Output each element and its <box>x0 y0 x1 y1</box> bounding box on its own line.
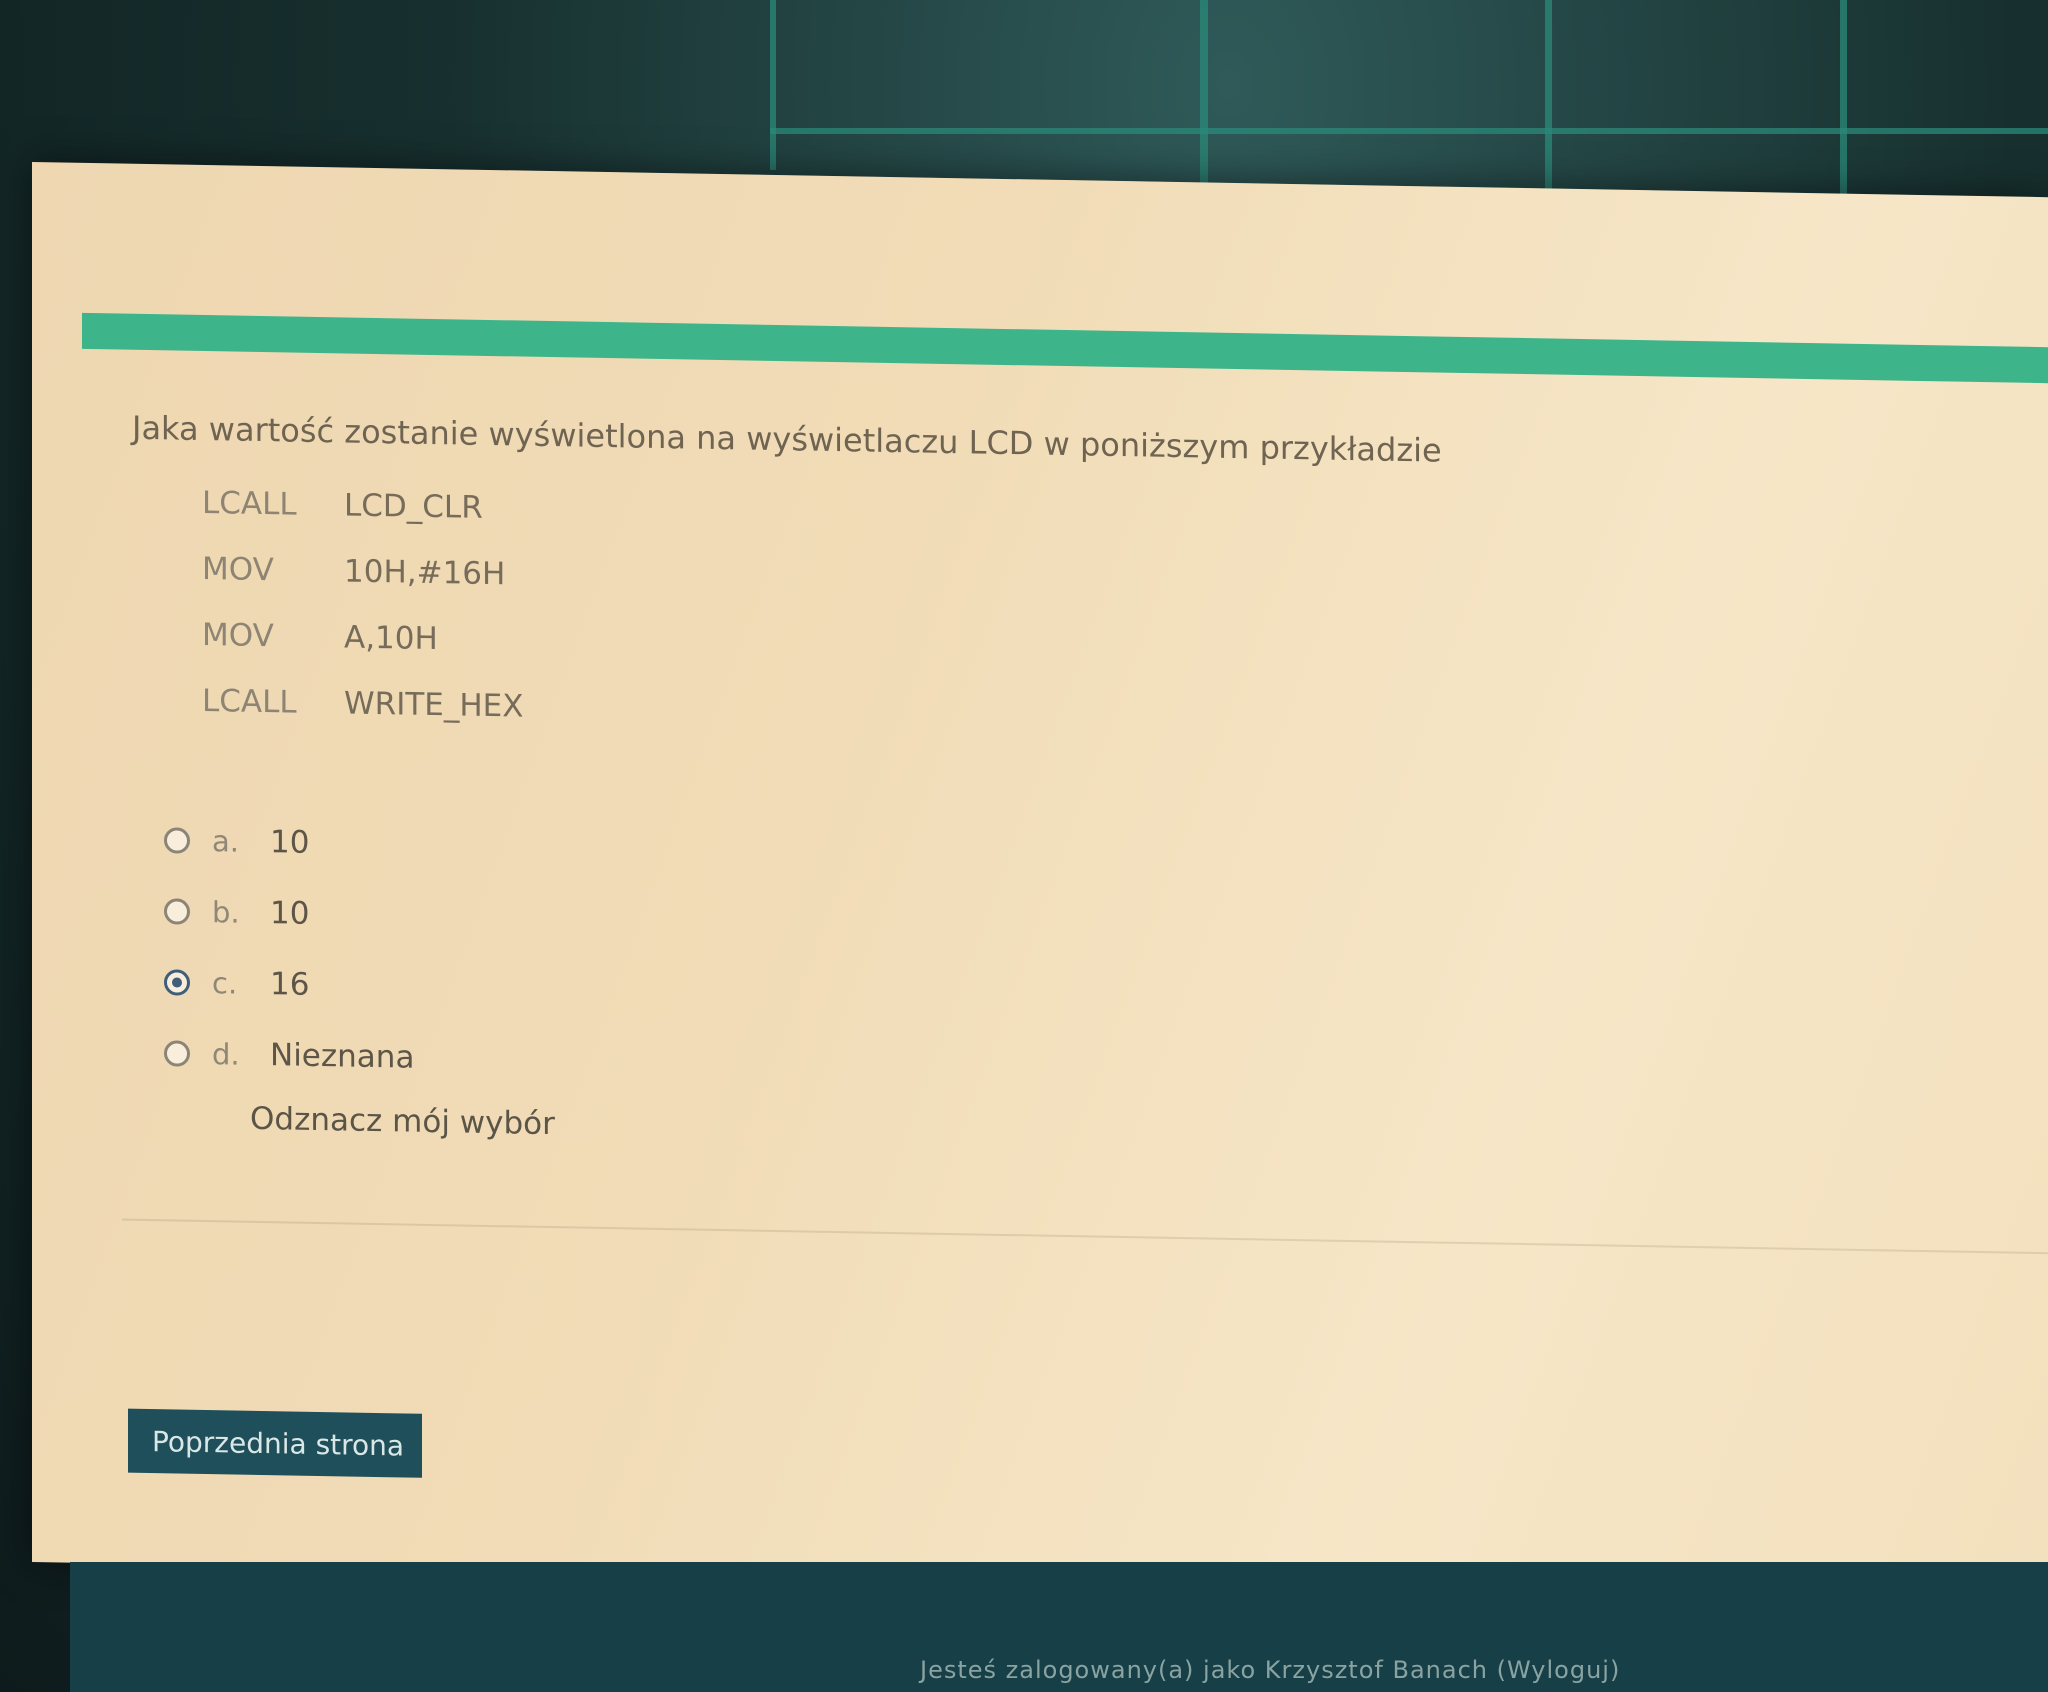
divider <box>122 1218 2048 1255</box>
footer: Jesteś zalogowany(a) jako Krzysztof Bana… <box>70 1562 2048 1692</box>
answer-option-a[interactable]: a. 10 <box>164 804 414 879</box>
login-prefix: Jesteś zalogowany(a) jako <box>920 1656 1257 1684</box>
grid-line <box>770 128 2048 134</box>
code-arg: 10H,#16H <box>344 553 506 593</box>
code-arg: LCD_CLR <box>344 487 483 526</box>
code-op: MOV <box>202 616 274 655</box>
answer-option-b[interactable]: b. 10 <box>164 875 414 950</box>
grid-line <box>1200 0 1208 185</box>
code-line: MOV 10H,#16H <box>202 536 524 608</box>
logout-link[interactable]: (Wyloguj) <box>1497 1656 1621 1684</box>
header-accent-bar <box>82 312 2048 384</box>
radio-button-checked[interactable] <box>164 968 190 996</box>
grid-line <box>1545 0 1552 195</box>
code-line: LCALL WRITE_HEX <box>202 668 524 740</box>
code-op: MOV <box>202 550 274 589</box>
previous-page-button[interactable]: Poprzednia strona <box>128 1408 422 1478</box>
radio-button[interactable] <box>164 826 190 854</box>
answer-letter: d. <box>212 1036 240 1072</box>
user-name-link[interactable]: Krzysztof Banach <box>1265 1656 1488 1684</box>
answer-list: a. 10 b. 10 c. 16 d. Nieznana <box>164 804 414 1092</box>
answer-letter: a. <box>212 823 239 859</box>
grid-line <box>1840 0 1847 200</box>
grid-line <box>770 0 776 170</box>
code-listing: LCALL LCD_CLR MOV 10H,#16H MOV A,10H LCA… <box>202 470 524 740</box>
answer-text: Nieznana <box>270 1036 415 1076</box>
code-arg: A,10H <box>344 619 438 658</box>
code-line: MOV A,10H <box>202 602 524 674</box>
login-info: Jesteś zalogowany(a) jako Krzysztof Bana… <box>920 1656 1620 1684</box>
question-text: Jaka wartość zostanie wyświetlona na wyś… <box>132 408 1442 470</box>
clear-choice-link[interactable]: Odznacz mój wybór <box>250 1101 555 1142</box>
code-arg: WRITE_HEX <box>344 685 524 725</box>
answer-text: 10 <box>270 823 310 861</box>
answer-option-c[interactable]: c. 16 <box>164 946 414 1021</box>
radio-button[interactable] <box>164 897 190 925</box>
answer-text: 10 <box>270 894 310 932</box>
answer-letter: c. <box>212 965 238 1001</box>
radio-button[interactable] <box>164 1039 190 1067</box>
quiz-page: Jaka wartość zostanie wyświetlona na wyś… <box>32 162 2048 1598</box>
answer-text: 16 <box>270 965 310 1003</box>
code-line: LCALL LCD_CLR <box>202 470 524 542</box>
answer-letter: b. <box>212 894 240 930</box>
code-op: LCALL <box>202 682 297 721</box>
answer-option-d[interactable]: d. Nieznana <box>164 1017 414 1092</box>
code-op: LCALL <box>202 484 297 523</box>
